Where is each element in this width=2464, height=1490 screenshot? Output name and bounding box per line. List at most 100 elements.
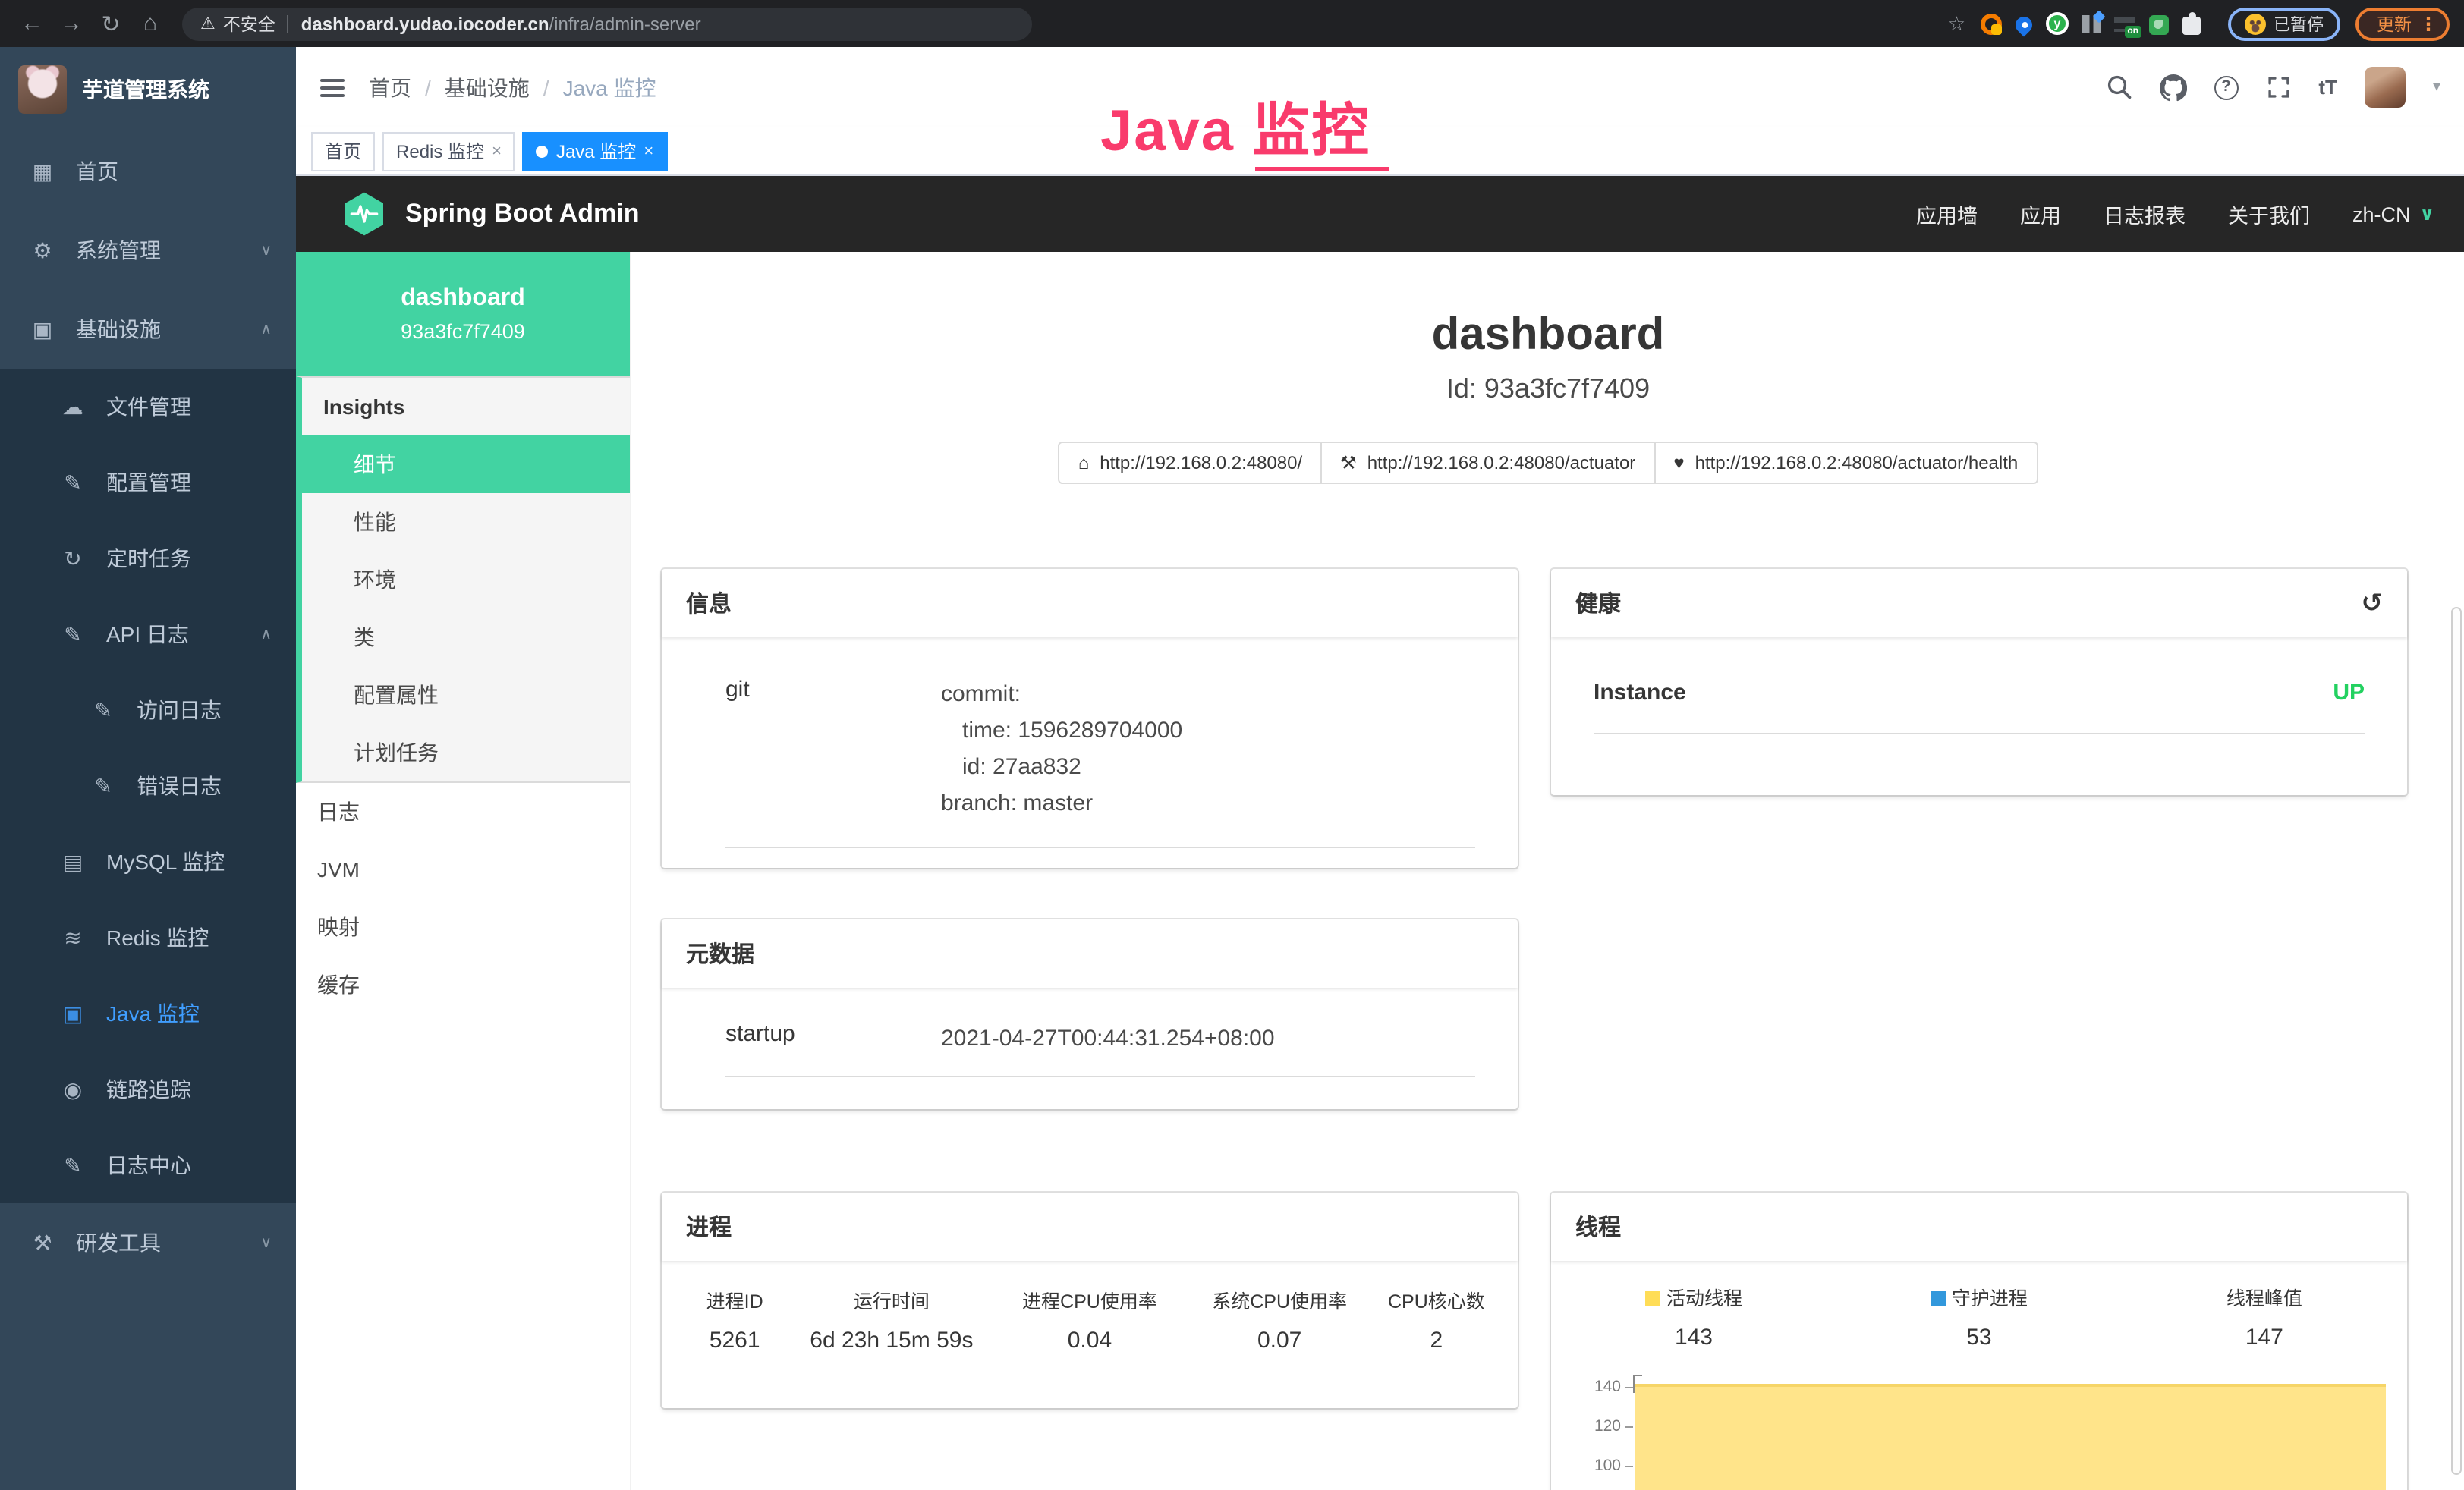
metadata-card: 元数据 startup 2021-04-27T00:44:31.254+08:0… [662, 919, 1518, 1109]
chevron-down-icon: ∨ [2420, 203, 2435, 225]
layers-icon: ≋ [61, 925, 85, 951]
threads-chart: 140 120 100 [1578, 1375, 2386, 1490]
app-logo-row[interactable]: 芋道管理系统 [0, 47, 296, 132]
sidebar-item-config-management[interactable]: ✎ 配置管理 [0, 445, 296, 520]
update-label: 更新 [2377, 11, 2412, 36]
service-url-button[interactable]: ⌂ http://192.168.0.2:48080/ [1059, 442, 1322, 484]
actuator-url-button[interactable]: ⚒ http://192.168.0.2:48080/actuator [1320, 442, 1655, 484]
user-avatar[interactable] [2365, 67, 2406, 108]
sba-nav-journal[interactable]: 日志报表 [2104, 199, 2186, 229]
font-size-icon[interactable]: tT [2318, 76, 2337, 99]
close-icon[interactable]: × [492, 142, 502, 160]
sidebar-item-error-log[interactable]: ✎ 错误日志 [0, 748, 296, 824]
instance-id-subtitle: Id: 93a3fc7f7409 [631, 373, 2464, 405]
legend-peak-threads: 线程峰值 [2122, 1282, 2407, 1311]
pin-extension-icon[interactable] [2012, 13, 2035, 36]
sidebar-item-scheduled-tasks[interactable]: ↻ 定时任务 [0, 520, 296, 596]
profile-paused-chip[interactable]: 已暂停 [2228, 7, 2340, 40]
sidebar-item-log-center[interactable]: ✎ 日志中心 [0, 1127, 296, 1203]
fullscreen-icon[interactable] [2265, 74, 2291, 100]
chrome-update-button[interactable]: 更新 ⋮ [2355, 7, 2450, 40]
forward-icon[interactable]: → [55, 11, 88, 36]
edit-icon: ✎ [61, 470, 85, 495]
sidebar-item-file-management[interactable]: ☁ 文件管理 [0, 369, 296, 445]
page-title: dashboard [631, 310, 2464, 361]
grid-extension-icon[interactable] [2082, 15, 2101, 33]
chart-y-axis: 140 120 100 [1578, 1375, 1633, 1490]
reload-icon[interactable]: ↻ [94, 10, 127, 37]
breadcrumb-separator: / [543, 75, 549, 99]
sba-nav-applications[interactable]: 应用 [2020, 199, 2061, 229]
sba-nav-item-details[interactable]: 细节 [296, 435, 630, 493]
threads-card: 线程 活动线程 守护进程 线程峰值 143 53 147 [1551, 1193, 2407, 1490]
sba-nav-item-environment[interactable]: 环境 [302, 551, 630, 608]
avatar-caret-icon[interactable]: ▾ [2433, 79, 2440, 96]
chevron-down-icon: ∨ [260, 1234, 272, 1251]
kebab-menu-icon[interactable]: ⋮ [2419, 13, 2437, 34]
on-badge: on [2124, 26, 2141, 38]
schedule-icon: ↻ [61, 545, 85, 571]
bookmark-star-icon[interactable]: ☆ [1948, 11, 1965, 36]
help-icon[interactable]: ? [2214, 75, 2238, 99]
sba-nav-item-scheduled-tasks[interactable]: 计划任务 [302, 724, 630, 781]
github-icon[interactable] [2159, 74, 2186, 101]
home-icon[interactable]: ⌂ [134, 11, 167, 36]
sidebar-item-dev-tools[interactable]: ⚒ 研发工具 ∨ [0, 1203, 296, 1282]
sidebar-item-mysql-monitor[interactable]: ▤ MySQL 监控 [0, 824, 296, 900]
tab-home[interactable]: 首页 [311, 131, 375, 171]
extension-icon[interactable] [1981, 13, 2002, 34]
close-icon[interactable]: × [644, 142, 653, 160]
switch-extension-icon[interactable]: on [2114, 17, 2135, 32]
sba-nav-item-caches[interactable]: 缓存 [296, 956, 630, 1014]
app-header: 首页 / 基础设施 / Java 监控 ? [296, 47, 2464, 127]
sidebar-item-api-log[interactable]: ✎ API 日志 ∧ [0, 596, 296, 672]
leaf-extension-icon[interactable] [2149, 14, 2169, 34]
sba-nav-about[interactable]: 关于我们 [2228, 199, 2310, 229]
sba-nav-item-classes[interactable]: 类 [302, 608, 630, 666]
sba-brand-title[interactable]: Spring Boot Admin [405, 199, 640, 229]
sidebar-item-java-monitor[interactable]: ▣ Java 监控 [0, 976, 296, 1051]
info-card-title: 信息 [662, 569, 1518, 637]
tab-java-monitor[interactable]: Java 监控 × [523, 131, 667, 171]
instance-header[interactable]: dashboard 93a3fc7f7409 [296, 252, 630, 376]
sidebar-item-home[interactable]: ▦ 首页 [0, 132, 296, 211]
sidebar-item-label: 错误日志 [137, 771, 222, 801]
y-extension-icon[interactable]: y [2046, 12, 2069, 35]
sba-nav-item-logs[interactable]: 日志 [296, 783, 630, 841]
sidebar-item-redis-monitor[interactable]: ≋ Redis 监控 [0, 900, 296, 976]
instance-name: dashboard [401, 285, 525, 313]
address-bar[interactable]: ⚠ 不安全 dashboard.yudao.iocoder.cn/infra/a… [182, 7, 1032, 40]
sba-nav-wall[interactable]: 应用墙 [1916, 199, 1978, 229]
breadcrumb-infrastructure[interactable]: 基础设施 [445, 72, 530, 102]
back-icon[interactable]: ← [15, 11, 49, 36]
health-url-button[interactable]: ♥ http://192.168.0.2:48080/actuator/heal… [1654, 442, 2038, 484]
sba-locale-select[interactable]: zh-CN ∨ [2352, 203, 2434, 225]
puzzle-extensions-icon[interactable] [2182, 16, 2201, 34]
search-icon[interactable] [2106, 74, 2132, 100]
breadcrumb-home[interactable]: 首页 [369, 72, 411, 102]
threads-legend: 活动线程 守护进程 线程峰值 [1551, 1261, 2407, 1311]
infrastructure-submenu: ☁ 文件管理 ✎ 配置管理 ↻ 定时任务 ✎ API 日志 ∧ ✎ [0, 369, 296, 1203]
tab-redis-monitor[interactable]: Redis 监控 × [382, 131, 515, 171]
instance-links: ⌂ http://192.168.0.2:48080/ ⚒ http://192… [631, 442, 2464, 484]
legend-live-threads: 活动线程 [1551, 1282, 1836, 1311]
info-git-label: git [725, 677, 941, 822]
log-icon: ✎ [91, 697, 115, 723]
sidebar-item-system-management[interactable]: ⚙ 系统管理 ∨ [0, 211, 296, 290]
history-icon[interactable]: ↺ [2362, 588, 2384, 618]
hamburger-icon[interactable] [296, 74, 369, 101]
sba-nav-item-mappings[interactable]: 映射 [296, 898, 630, 956]
page-scrollbar-thumb[interactable] [2451, 607, 2462, 1475]
sidebar-item-infrastructure[interactable]: ▣ 基础设施 ∧ [0, 290, 296, 369]
sidebar-item-access-log[interactable]: ✎ 访问日志 [0, 672, 296, 748]
sidebar-item-trace[interactable]: ◉ 链路追踪 [0, 1051, 296, 1127]
sba-nav-item-metrics[interactable]: 性能 [302, 493, 630, 551]
sba-nav-item-jvm[interactable]: JVM [296, 841, 630, 898]
tab-label: Redis 监控 [396, 138, 484, 164]
blue-swatch-icon [1931, 1291, 1946, 1306]
sba-nav-item-config-props[interactable]: 配置属性 [302, 666, 630, 724]
sidebar-item-label: 日志中心 [106, 1150, 191, 1180]
info-git-value: commit: time: 1596289704000 id: 27aa832 … [941, 677, 1182, 822]
metadata-startup-row: startup 2021-04-27T00:44:31.254+08:00 [725, 1021, 1475, 1077]
process-header: CPU核心数 [1370, 1285, 1503, 1314]
